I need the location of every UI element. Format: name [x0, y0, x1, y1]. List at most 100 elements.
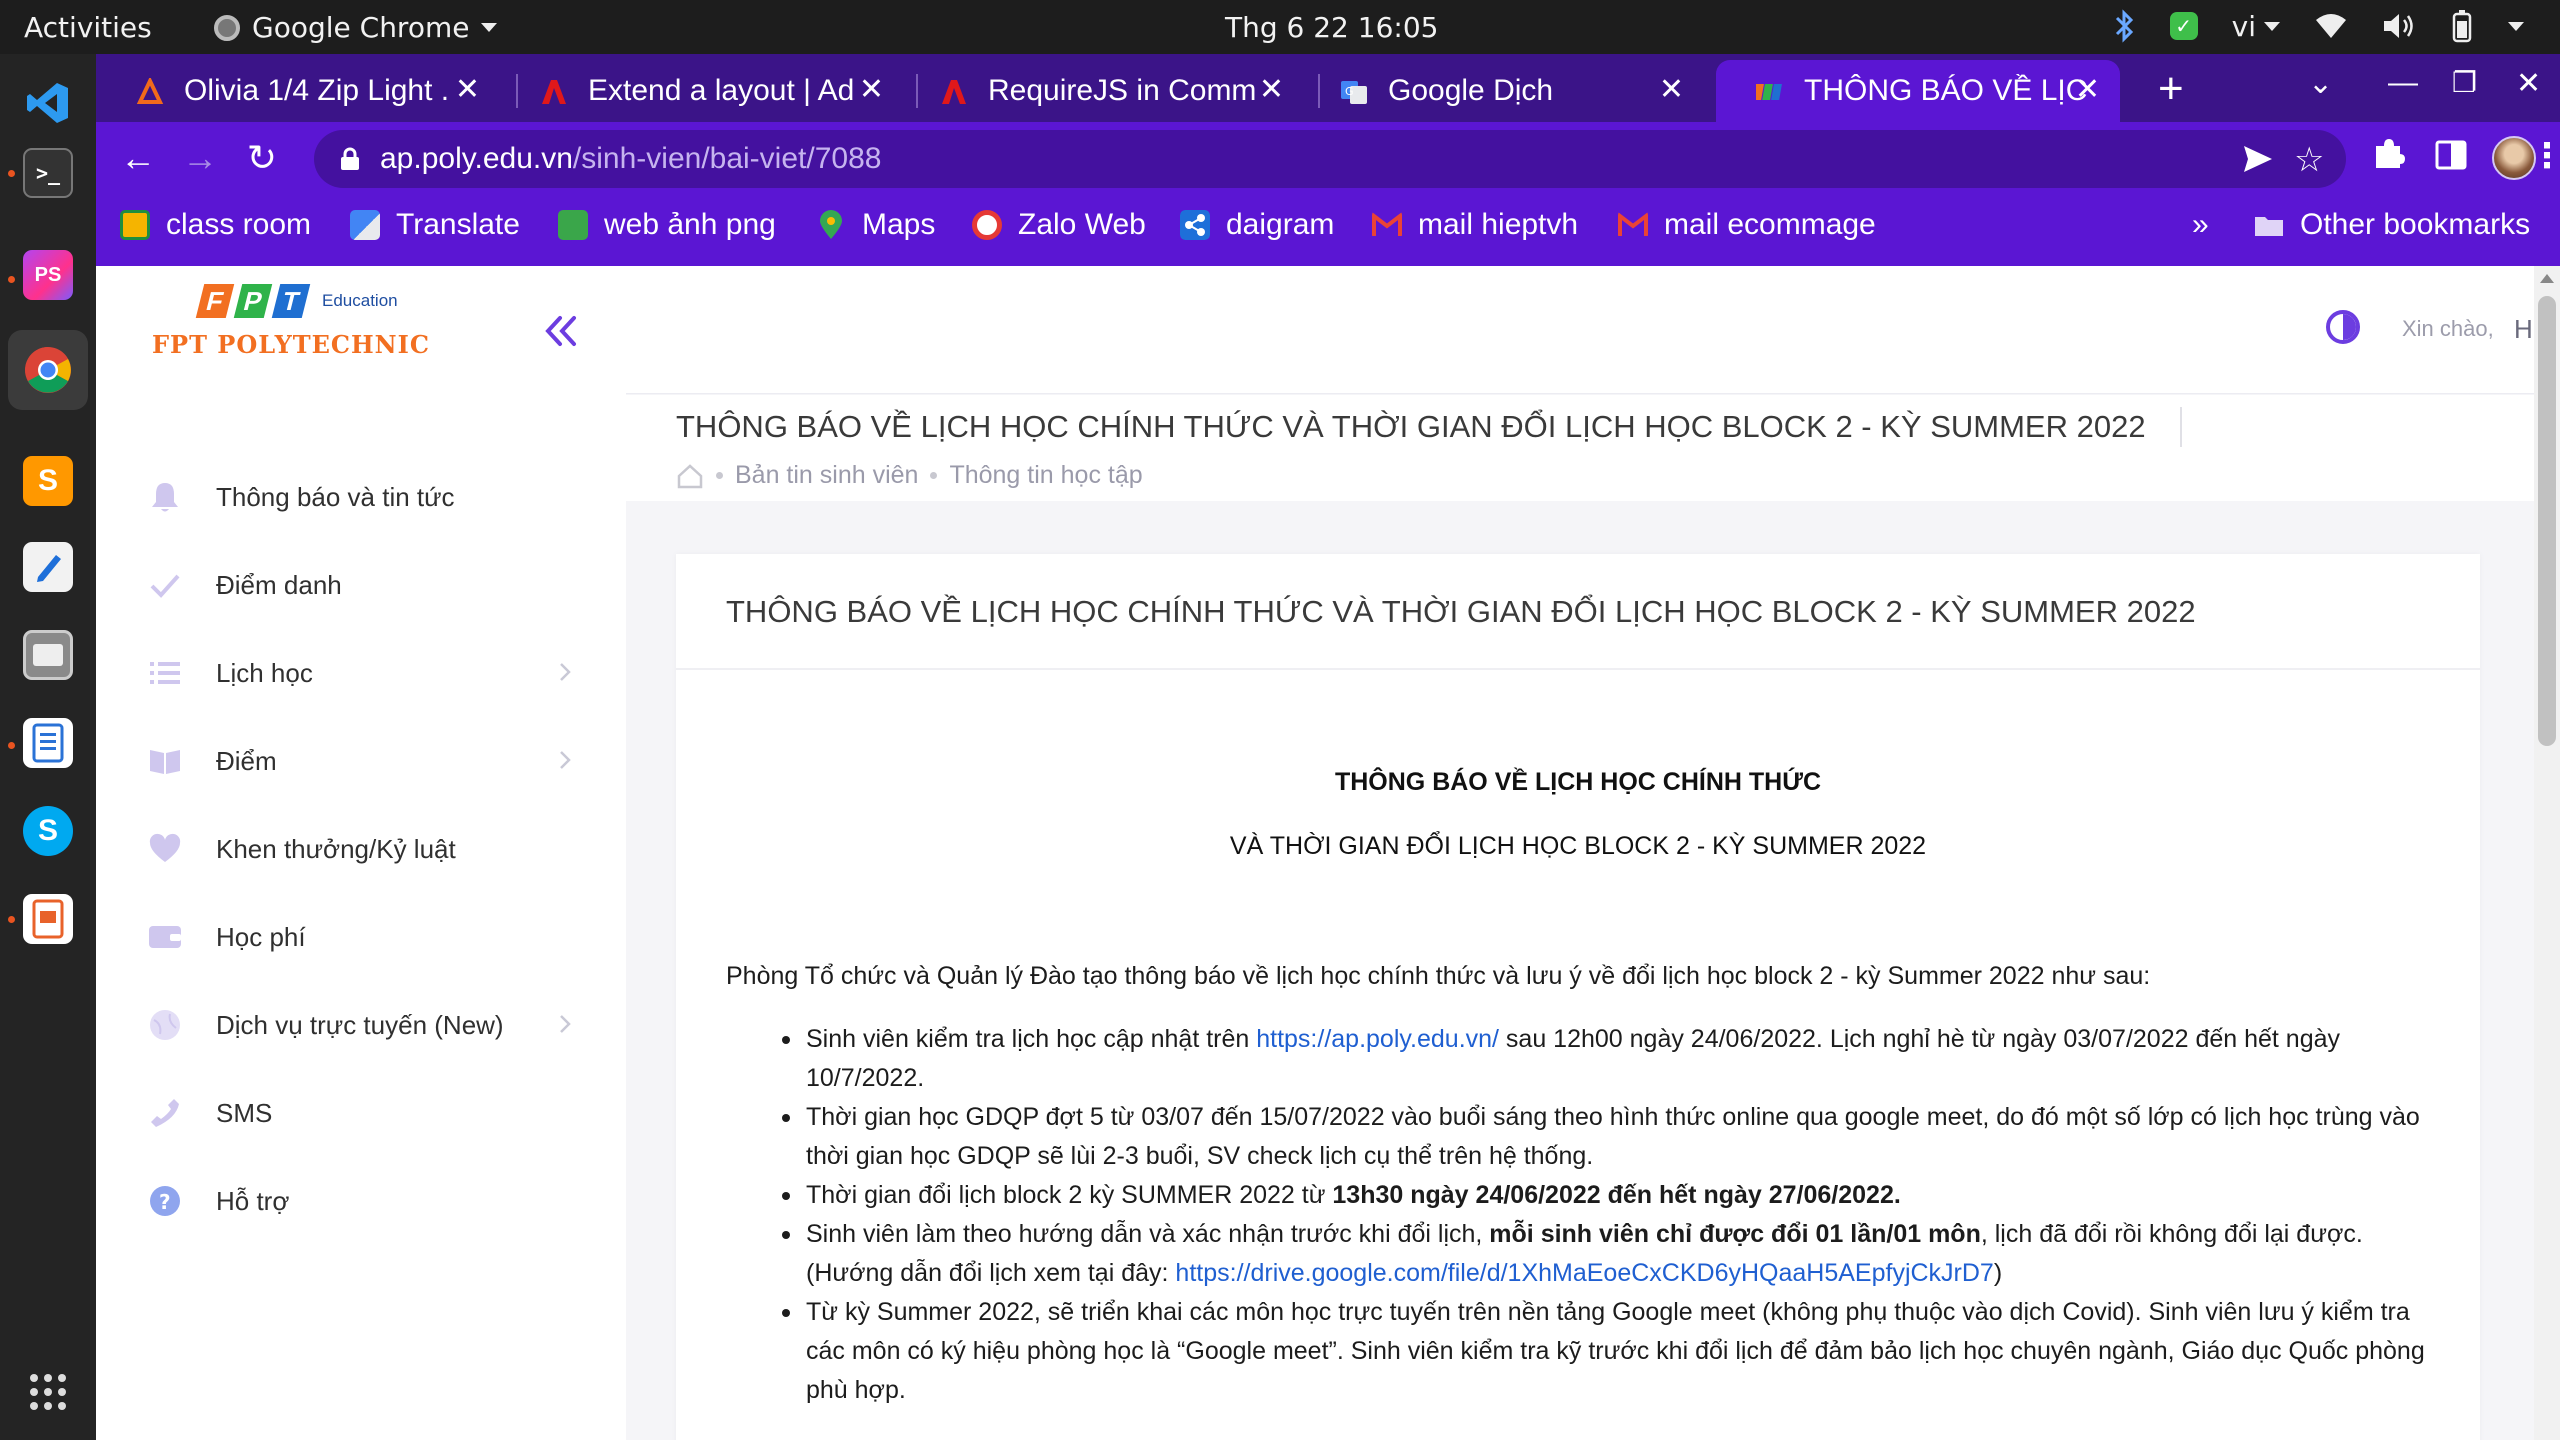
bookmark-class-room[interactable]: class room [120, 208, 311, 242]
close-tab-icon[interactable]: ✕ [2075, 72, 2100, 107]
volume-icon[interactable] [2382, 12, 2416, 40]
activities-button[interactable]: Activities [24, 11, 152, 44]
input-language-menu[interactable]: vi [2232, 10, 2280, 43]
bookmarks-overflow-button[interactable]: » [2192, 208, 2209, 242]
title-divider [2180, 407, 2182, 447]
close-tab-icon[interactable]: ✕ [1659, 72, 1684, 107]
tab-google-translate[interactable]: G Google Dịch ✕ [1300, 60, 1704, 122]
tab-poly-notice[interactable]: THÔNG BÁO VỀ LỊC ✕ [1716, 60, 2120, 122]
clock[interactable]: Thg 6 22 16:05 [1225, 11, 1438, 44]
bookmark-translate[interactable]: Translate [350, 208, 520, 242]
url-text[interactable]: ap.poly.edu.vn/sinh-vien/bai-viet/7088 [380, 142, 881, 176]
side-panel-icon[interactable] [2434, 138, 2468, 172]
skype-launcher[interactable]: S [23, 806, 73, 856]
system-menu-chevron-icon[interactable] [2508, 21, 2524, 31]
chrome-launcher[interactable] [8, 330, 88, 410]
drive-guide-link[interactable]: https://drive.google.com/file/d/1XhMaEoe… [1175, 1259, 1993, 1287]
writer-launcher[interactable] [23, 718, 73, 768]
sidebar-item-rewards-discipline[interactable]: Khen thưởng/Kỷ luật [96, 818, 626, 878]
lock-icon[interactable] [340, 147, 360, 171]
app-menu[interactable]: Google Chrome [214, 11, 498, 44]
close-window-icon[interactable]: ✕ [2516, 66, 2541, 101]
fpt-polytechnic-logo[interactable]: F P T Education FPT POLYTECHNIC [152, 284, 432, 404]
extensions-puzzle-icon[interactable] [2372, 136, 2406, 170]
system-tray[interactable]: ✓ vi [2112, 9, 2524, 43]
home-icon[interactable] [676, 463, 704, 489]
tab-requirejs[interactable]: RequireJS in Comm ✕ [900, 60, 1304, 122]
phone-icon [151, 1099, 179, 1127]
bookmark-mail-ecommage[interactable]: mail ecommage [1618, 208, 1876, 242]
bookmark-web-anh-png[interactable]: web ảnh png [558, 208, 776, 242]
tab-adobe-layout[interactable]: Extend a layout | Ad ✕ [500, 60, 904, 122]
bookmark-star-icon[interactable]: ☆ [2294, 140, 2324, 180]
scroll-up-arrow-icon[interactable] [2540, 274, 2554, 283]
menu-label: Lịch học [216, 658, 313, 688]
bookmark-label: Maps [862, 208, 936, 241]
wifi-icon[interactable] [2314, 12, 2348, 40]
close-tab-icon[interactable]: ✕ [859, 72, 884, 107]
bookmark-maps[interactable]: Maps [816, 208, 935, 242]
page-header: THÔNG BÁO VỀ LỊCH HỌC CHÍNH THỨC VÀ THỜI… [626, 395, 2534, 501]
send-to-device-icon[interactable] [2242, 144, 2274, 174]
address-bar[interactable]: ap.poly.edu.vn/sinh-vien/bai-viet/7088 ☆ [314, 130, 2346, 188]
collapse-sidebar-double-chevron-icon[interactable] [536, 306, 586, 356]
top-navigation: Xin chào, Hiệp [626, 266, 2560, 394]
show-apps-grid-icon[interactable] [30, 1374, 66, 1410]
text-editor-launcher[interactable] [23, 542, 73, 592]
list-item: Sinh viên làm theo hướng dẫn và xác nhận… [726, 1215, 2446, 1293]
sidebar: F P T Education FPT POLYTECHNIC Thông bá… [96, 266, 626, 1440]
sidebar-item-notifications[interactable]: Thông báo và tin tức [96, 466, 626, 526]
sidebar-item-online-services[interactable]: Dịch vụ trực tuyến (New) [96, 994, 626, 1054]
scrollbar-thumb[interactable] [2538, 296, 2556, 746]
language-code: vi [2231, 9, 2256, 43]
minimize-icon[interactable]: — [2388, 66, 2418, 100]
tab-title: Google Dịch [1388, 74, 1554, 107]
theme-toggle-icon[interactable] [2326, 310, 2360, 344]
close-tab-icon[interactable]: ✕ [455, 72, 480, 107]
chevron-down-icon [481, 23, 498, 32]
menu-label: Thông báo và tin tức [216, 482, 455, 512]
close-tab-icon[interactable]: ✕ [1259, 72, 1284, 107]
page-scrollbar[interactable] [2534, 266, 2560, 1440]
chrome-menu-kebab-icon[interactable]: ⋮ [2530, 136, 2560, 176]
tab-olivia[interactable]: Olivia 1/4 Zip Light . ✕ [96, 60, 500, 122]
sidebar-item-sms[interactable]: SMS [96, 1082, 626, 1142]
sidebar-item-tuition[interactable]: Học phí [96, 906, 626, 966]
bookmark-zalo-web[interactable]: Zalo Web [972, 208, 1146, 242]
google-translate-icon [350, 210, 380, 240]
sidebar-item-attendance[interactable]: Điểm danh [96, 554, 626, 614]
tab-search-chevron-icon[interactable]: ⌄ [2308, 66, 2333, 101]
overflow-chevron-icon: » [2192, 208, 2209, 241]
book-icon [150, 750, 180, 774]
chrome-icon [25, 347, 71, 393]
battery-icon[interactable] [2450, 9, 2474, 43]
sidebar-item-support[interactable]: ? Hỗ trợ [96, 1170, 626, 1230]
notice-list: Sinh viên kiểm tra lịch học cập nhật trê… [726, 1020, 2446, 1410]
impress-launcher[interactable] [23, 894, 73, 944]
tab-title: THÔNG BÁO VỀ LỊC [1804, 74, 2088, 107]
terminal-launcher[interactable]: >_ [23, 148, 73, 198]
ap-poly-link[interactable]: https://ap.poly.edu.vn/ [1256, 1025, 1499, 1053]
forward-arrow-icon[interactable]: → [178, 136, 222, 180]
menu-label: Điểm [216, 746, 277, 776]
back-arrow-icon[interactable]: ← [116, 136, 160, 180]
bluetooth-icon[interactable] [2112, 9, 2136, 43]
other-bookmarks-folder[interactable]: Other bookmarks [2254, 208, 2530, 242]
breadcrumb-item[interactable]: Bản tin sinh viên [735, 461, 918, 490]
sublime-launcher[interactable]: S [23, 456, 73, 506]
phpstorm-launcher[interactable]: PS [23, 250, 73, 300]
reload-icon[interactable]: ↻ [240, 136, 284, 180]
shield-check-icon[interactable]: ✓ [2169, 12, 2198, 40]
bookmark-mail-hieptvh[interactable]: mail hieptvh [1372, 208, 1578, 242]
list-item: Thời gian đổi lịch block 2 kỳ SUMMER 202… [726, 1176, 2446, 1215]
maximize-icon[interactable]: ❐ [2452, 66, 2477, 99]
chevron-down-icon [2264, 21, 2280, 31]
sidebar-item-grades[interactable]: Điểm [96, 730, 626, 790]
sidebar-item-schedule[interactable]: Lịch học [96, 642, 626, 702]
files-launcher[interactable] [23, 630, 73, 680]
dock: >_ PS S S [0, 54, 96, 1440]
new-tab-plus-icon[interactable]: + [2158, 64, 2184, 114]
vscode-launcher[interactable] [23, 78, 73, 128]
bookmark-daigram[interactable]: daigram [1180, 208, 1334, 242]
breadcrumb-item[interactable]: Thông tin học tập [949, 461, 1142, 490]
